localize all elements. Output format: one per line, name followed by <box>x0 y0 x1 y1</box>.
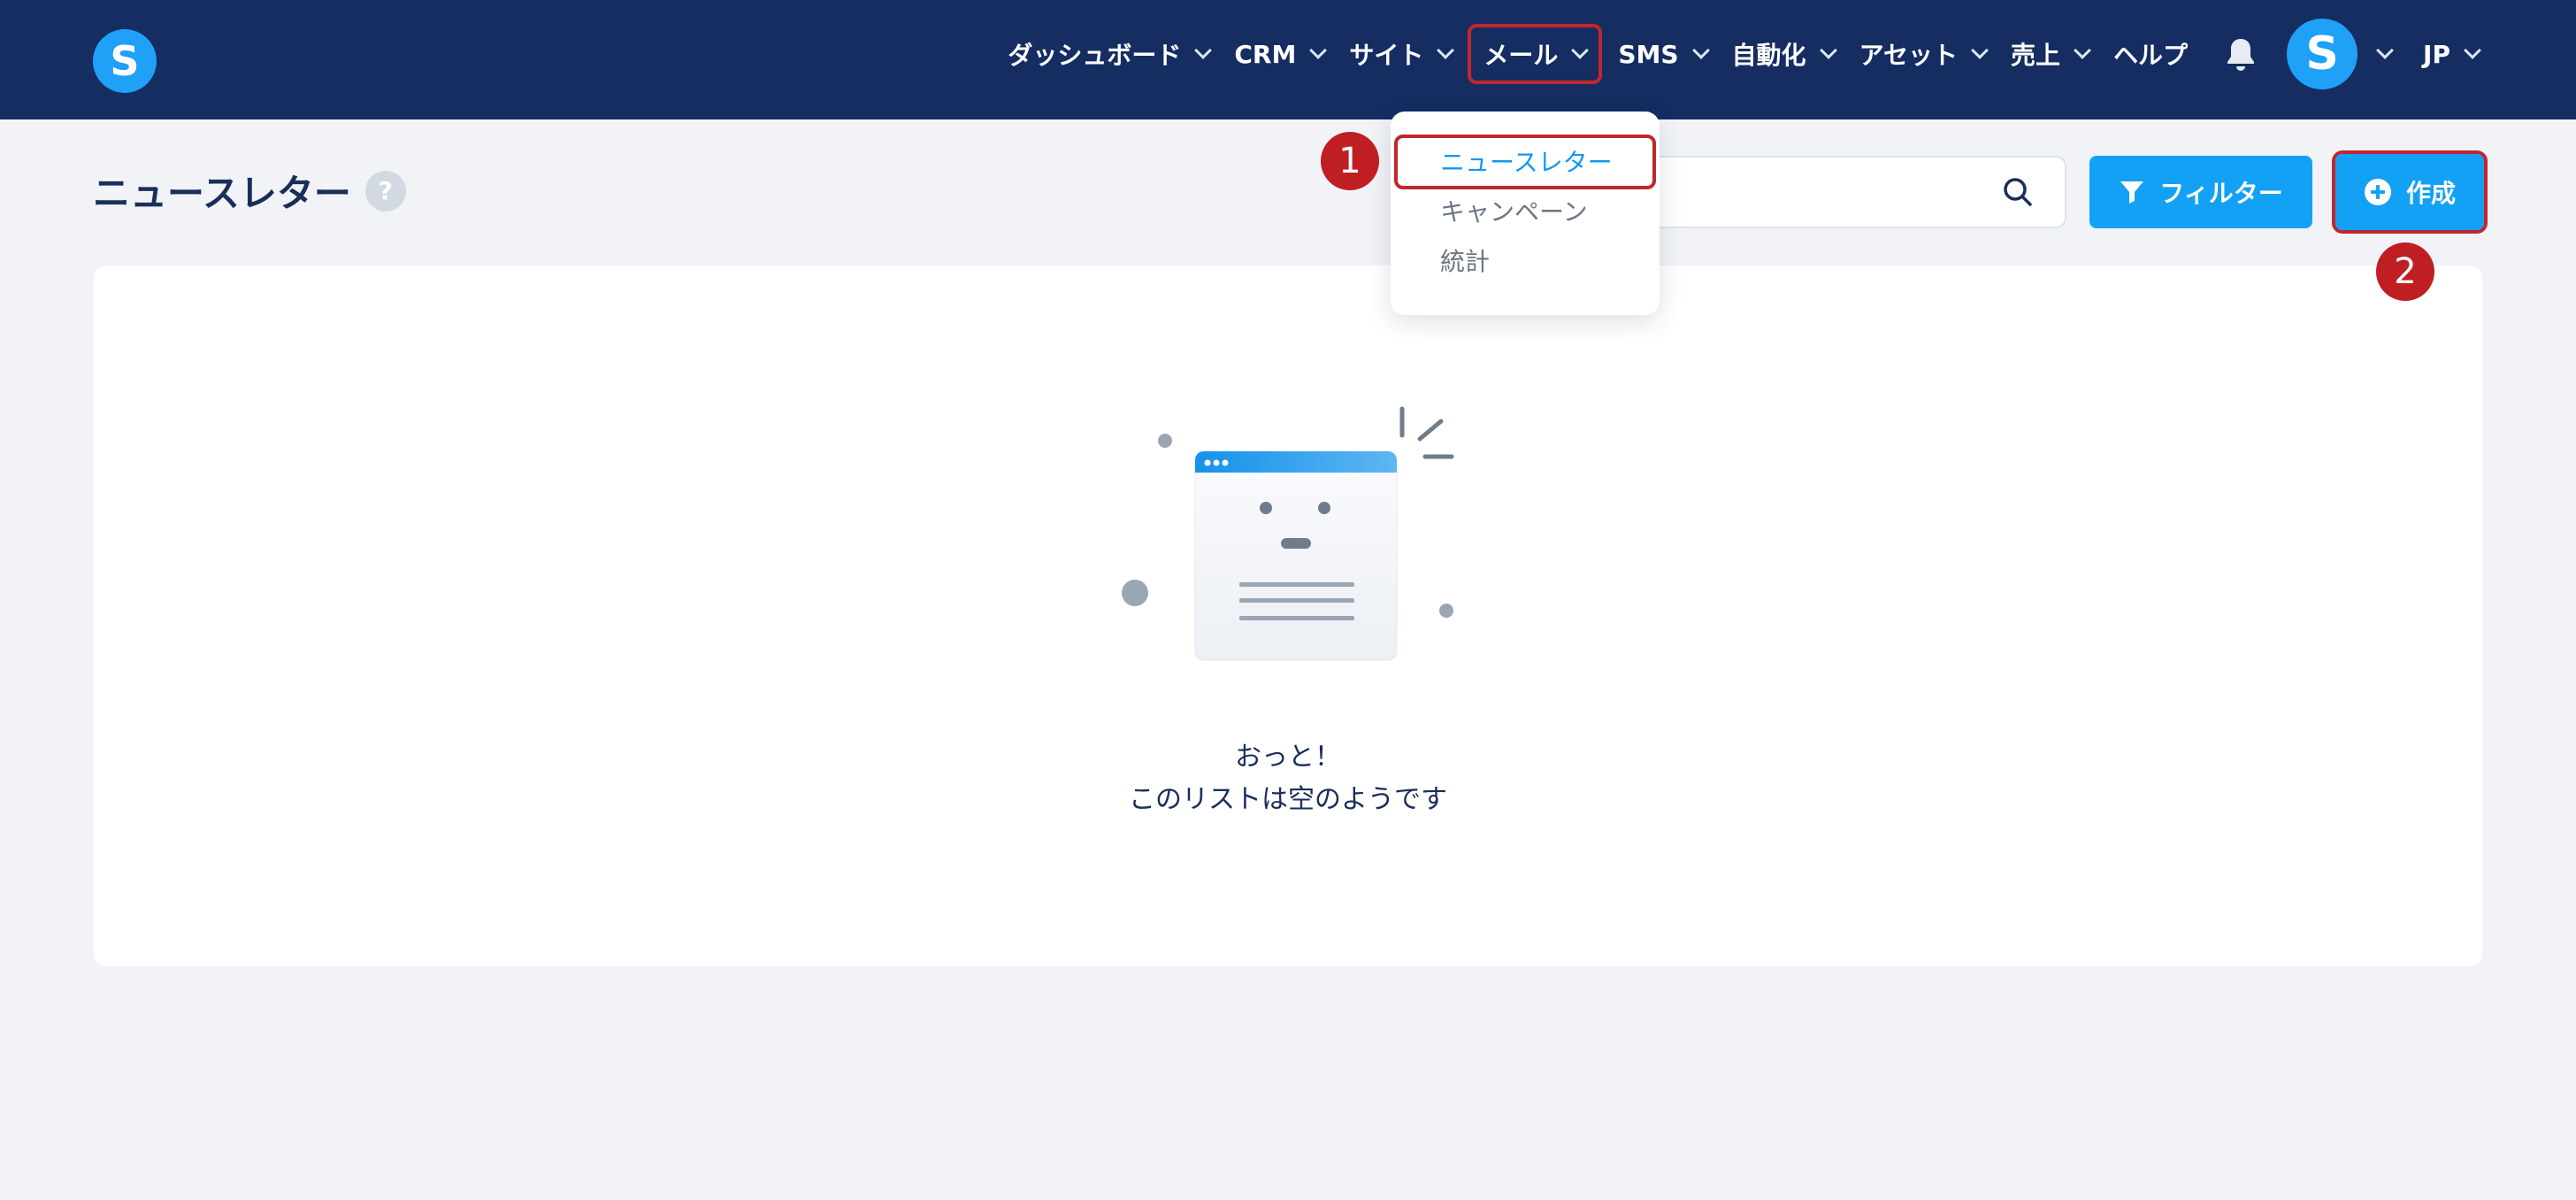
search-icon[interactable] <box>2001 175 2035 209</box>
nav-item-label: 自動化 <box>1731 41 1806 70</box>
mail-dropdown-menu: ニュースレター キャンペーン 統計 <box>1391 112 1660 315</box>
chevron-down-icon <box>1571 42 1590 59</box>
search-box <box>1610 156 2066 228</box>
language-selector[interactable]: JP <box>2411 26 2576 82</box>
empty-state-line1: おっと！ <box>1235 742 1341 773</box>
nav-item-label: ダッシュボード <box>1008 41 1182 70</box>
nav-item-automation[interactable]: 自動化 <box>1720 26 1847 82</box>
nav-item-sms[interactable]: SMS <box>1606 26 1719 82</box>
chevron-down-icon[interactable] <box>2376 42 2394 59</box>
empty-list-illustration <box>1122 406 1454 661</box>
nav-item-crm[interactable]: CRM <box>1222 26 1337 82</box>
nav-item-label: メール <box>1484 41 1559 70</box>
empty-state-message: おっと！ このリストは空のようです <box>1023 736 1553 821</box>
nav-item-label: CRM <box>1234 39 1297 69</box>
nav-item-dashboard[interactable]: ダッシュボード <box>995 26 1222 82</box>
chevron-down-icon <box>1691 42 1710 59</box>
search-input[interactable] <box>1629 158 2005 228</box>
nav-item-assets[interactable]: アセット <box>1847 26 1998 82</box>
step-marker-1: 1 <box>1321 132 1379 190</box>
user-avatar[interactable]: S <box>2287 19 2358 89</box>
nav-item-site[interactable]: サイト <box>1337 26 1464 82</box>
empty-state-line2: このリストは空のようです <box>1129 784 1447 815</box>
nav-item-label: ヘルプ <box>2113 41 2189 70</box>
bell-icon[interactable] <box>2220 33 2262 75</box>
top-navigation-bar: S ダッシュボード CRM サイト メール SMS 自動化 アセット 売上 ヘル… <box>0 0 2576 119</box>
filter-button[interactable]: フィルター <box>2089 156 2312 228</box>
chevron-down-icon <box>2464 42 2481 59</box>
chevron-down-icon <box>1194 42 1213 59</box>
chevron-down-icon <box>1971 42 1989 59</box>
page-title-text: ニュースレター <box>93 172 351 215</box>
menu-item-newsletter[interactable]: ニュースレター <box>1440 143 1613 179</box>
nav-item-help[interactable]: ヘルプ <box>2101 26 2200 82</box>
nav-item-label: サイト <box>1349 41 1424 70</box>
nav-item-label: アセット <box>1859 41 1959 70</box>
nav-item-mail[interactable]: メール <box>1468 24 1603 84</box>
page-title: ニュースレター ? <box>93 164 406 218</box>
chevron-down-icon <box>1437 42 1455 59</box>
nav-item-sales[interactable]: 売上 <box>1998 26 2101 82</box>
nav-item-label: 売上 <box>2011 41 2061 70</box>
main-nav: ダッシュボード CRM サイト メール SMS 自動化 アセット 売上 ヘルプ … <box>995 0 2576 108</box>
filter-icon <box>2119 179 2145 205</box>
create-button[interactable]: 作成 <box>2332 150 2488 234</box>
menu-item-statistics[interactable]: 統計 <box>1440 242 1490 278</box>
chevron-down-icon <box>2074 42 2091 59</box>
chevron-down-icon <box>1309 42 1328 59</box>
create-button-label: 作成 <box>2405 179 2456 208</box>
language-label: JP <box>2423 39 2450 69</box>
app-logo[interactable]: S <box>93 29 157 93</box>
menu-item-campaign[interactable]: キャンペーン <box>1440 193 1588 228</box>
filter-button-label: フィルター <box>2159 179 2283 208</box>
help-icon[interactable]: ? <box>364 170 406 212</box>
nav-item-label: SMS <box>1618 39 1679 69</box>
chevron-down-icon <box>1819 42 1837 59</box>
plus-circle-icon <box>2364 178 2392 206</box>
step-marker-2: 2 <box>2376 242 2434 301</box>
